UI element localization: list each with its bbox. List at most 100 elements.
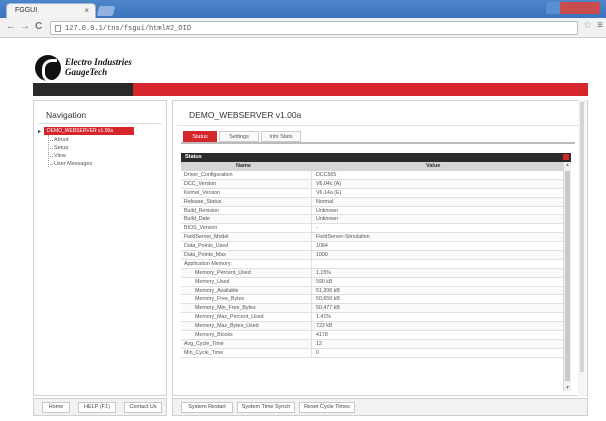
panel-scrollbar[interactable] [578,100,586,396]
cell-value: 0 [316,349,319,356]
column-separator [311,224,312,233]
table-row: BIOS_Version - [181,224,563,234]
column-separator [311,286,312,295]
tab-close-icon[interactable]: × [84,6,89,15]
divider [177,125,579,126]
column-separator [311,331,312,339]
status-section-title: Status [185,154,202,160]
cell-name: Min_Cycle_Time [184,349,224,356]
new-tab-button[interactable] [96,6,116,16]
cell-name: Kernel_Version [184,189,220,196]
header-bar-dark [33,83,133,96]
table-scroll-thumb[interactable] [565,171,570,381]
column-separator [311,348,312,357]
cell-value: 590 kB [316,278,333,285]
browser-menu-icon[interactable]: ≡ [597,20,603,31]
tree-root-label: DEMO_WEBSERVER v1.00a [47,128,114,134]
table-row: Application Memory: [181,259,563,269]
system-time-synch-button[interactable]: System Time Synch [237,402,295,413]
column-separator [311,259,312,268]
cell-name: Memory_Used [195,278,230,285]
cell-name: Memory_Min_Free_Bytes [195,305,256,312]
cell-value: 722 kB [316,323,333,330]
system-restart-button[interactable]: System Restart [181,402,233,413]
column-separator [311,171,312,179]
column-separator [311,322,312,331]
tree-root-item[interactable]: DEMO_WEBSERVER v1.00a [44,127,134,135]
reset-cycle-times-button[interactable]: Reset Cycle Times [299,402,355,413]
logo-mark-icon [35,55,61,83]
cell-name: Memory_Max_Bytes_Used [195,323,259,330]
cell-value: Normal [316,198,334,205]
cell-value: 1.41% [316,314,332,321]
bookmark-star-icon[interactable]: ☆ [583,20,592,31]
tab-title: FGGUI [15,7,38,14]
browser-toolbar: ← → C 127.0.0.1/tns/fsgui/html#2_OID [0,18,606,38]
cell-value: Unknown [316,216,339,223]
main-panel: DEMO_WEBSERVER v1.00a Status Settings In… [172,100,588,396]
forward-arrow-icon[interactable]: → [20,21,30,32]
status-table: Driver_Configuration DCC565 DCC_Version V6.… [181,171,563,391]
table-row: Data_Points_Max 1000 [181,251,563,260]
scroll-down-icon[interactable]: ▼ [565,385,570,391]
table-row: FieldServer_Model FieldServer-Simulation [181,233,563,243]
column-separator [311,277,312,286]
address-bar[interactable]: 127.0.0.1/tns/fsgui/html#2_OID [50,21,578,35]
reload-icon[interactable]: C [35,21,42,32]
help-button[interactable]: HELP (F1) [78,402,116,413]
tree-item-user-messages[interactable]: User Messages [47,161,92,167]
section-close-icon[interactable] [563,154,569,160]
page-icon [55,25,61,32]
column-header-value: Value [426,163,441,169]
table-row: Memory_Used 590 kB [181,277,563,287]
cell-value: 1084 [316,243,328,250]
cell-value: 51,206 kB [316,287,340,294]
scroll-up-icon[interactable]: ▲ [565,162,570,168]
tree-item-setup[interactable]: Setup [47,145,68,151]
divider [38,123,162,124]
table-row: Memory_Blocks 4178 [181,331,563,340]
cell-value: Unknown [316,207,339,214]
table-scrollbar[interactable]: ▲ ▼ [563,162,571,391]
column-separator [311,251,312,259]
cell-value: V6.14a (E) [316,189,342,196]
browser-tab[interactable]: FGGUI × [6,3,96,18]
cell-value: 4178 [316,332,328,339]
window-minimize-button[interactable] [546,2,560,14]
cell-name: Release_Status [184,198,222,205]
table-row: Memory_Available 51,206 kB [181,286,563,296]
cell-name: Build_Revision [184,207,220,214]
window-titlebar: FGGUI × [0,0,606,18]
contact-us-button[interactable]: Contact Us [124,402,162,413]
tree-expand-icon[interactable]: ▸ [38,128,41,135]
panel-scroll-thumb[interactable] [580,102,584,372]
column-separator [311,215,312,224]
cell-name: Application Memory: [184,260,232,267]
table-row: Driver_Configuration DCC565 [181,171,563,180]
cell-name: FieldServer_Model [184,234,229,241]
cell-name: Memory_Available [195,287,239,294]
cell-name: Memory_Blocks [195,332,233,339]
tab-settings[interactable]: Settings [219,131,259,142]
column-separator [311,233,312,242]
tab-info-stats[interactable]: Info Stats [261,131,301,142]
window-close-button[interactable] [560,2,600,14]
navigation-footer: Home HELP (F1) Contact Us [33,398,167,416]
page-title: DEMO_WEBSERVER v1.00a [189,110,302,120]
header-bar-accent [133,83,588,96]
tab-status[interactable]: Status [183,131,217,142]
table-header: Name Value [181,162,563,171]
back-arrow-icon[interactable]: ← [6,21,16,32]
navigation-title: Navigation [46,110,87,120]
cell-value: V6.04c (A) [316,180,342,187]
cell-value: 12 [316,340,322,347]
home-button[interactable]: Home [42,402,70,413]
tree-item-about[interactable]: About [47,137,68,143]
column-separator [311,304,312,313]
tree-item-view[interactable]: View [48,153,66,159]
column-separator [311,295,312,304]
status-section-header: Status [181,153,571,162]
column-separator [311,179,312,188]
logo-line2: GaugeTech [65,67,108,77]
cell-value: FieldServer-Simulation [316,234,370,241]
